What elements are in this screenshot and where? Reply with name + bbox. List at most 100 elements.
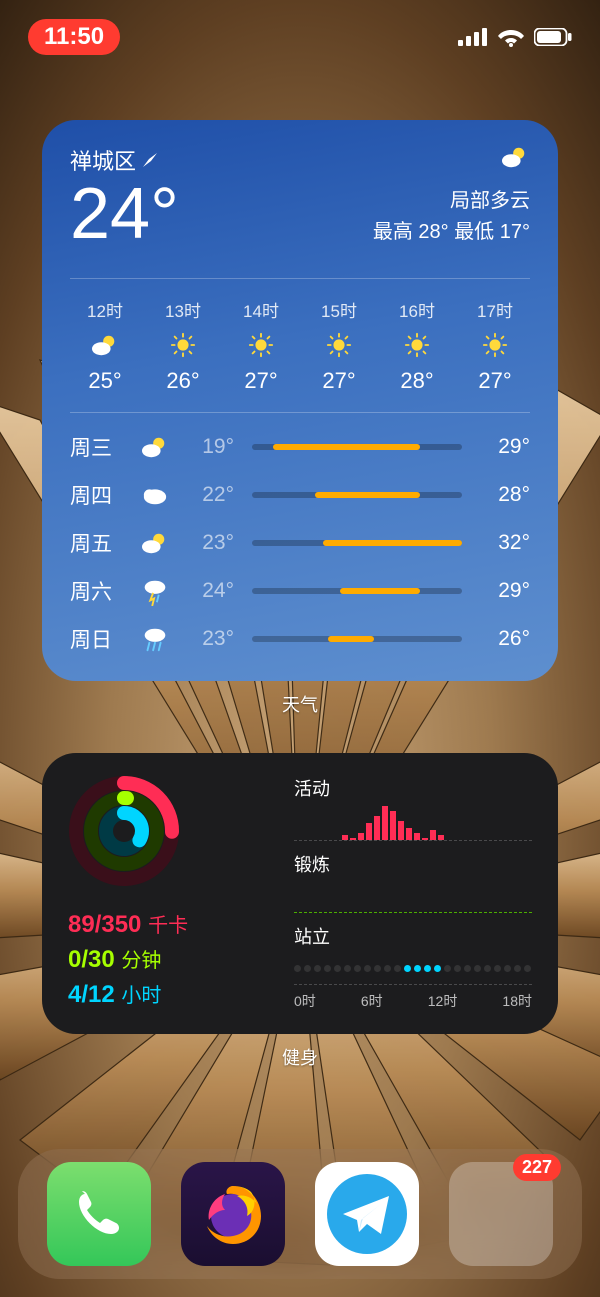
weather-daily: 周三 19° 29° 周四 22° 28° 周五 23° 32° 周六 24° … xyxy=(70,423,530,663)
day-icon xyxy=(130,434,180,460)
day-label: 周三 xyxy=(70,432,130,462)
move-bar xyxy=(398,821,404,840)
move-bar xyxy=(406,828,412,840)
move-bar xyxy=(422,838,428,840)
day-icon xyxy=(130,624,180,654)
app-folder[interactable]: 227 xyxy=(449,1162,553,1266)
move-bar xyxy=(430,830,436,840)
weather-widget[interactable]: 禅城区 24° 局部多云 最高 28° 最低 17° 12时 25° 13时 2… xyxy=(42,120,558,681)
day-row: 周四 22° 28° xyxy=(70,471,530,519)
day-label: 周日 xyxy=(70,624,130,654)
stand-dot xyxy=(524,965,531,972)
hour-icon xyxy=(226,332,296,358)
battery-icon xyxy=(534,28,572,46)
stand-dot xyxy=(494,965,501,972)
stand-dot xyxy=(434,965,441,972)
fitness-stand-chart xyxy=(294,953,532,985)
day-low: 22° xyxy=(180,483,234,507)
day-range-bar xyxy=(252,588,462,594)
stand-dot xyxy=(404,965,411,972)
stand-dot xyxy=(454,965,461,972)
day-low: 23° xyxy=(180,627,234,651)
day-label: 周六 xyxy=(70,576,130,606)
weather-hilo: 最高 28° 最低 17° xyxy=(373,215,530,244)
weather-widget-label: 天气 xyxy=(0,691,600,717)
location-arrow-icon xyxy=(142,152,158,168)
stand-dot xyxy=(464,965,471,972)
stand-dot xyxy=(484,965,491,972)
day-low: 19° xyxy=(180,435,234,459)
hour-col: 12时 25° xyxy=(70,297,140,394)
day-low: 24° xyxy=(180,579,234,603)
telegram-icon xyxy=(315,1162,419,1266)
day-row: 周六 24° 29° xyxy=(70,567,530,615)
app-phone[interactable] xyxy=(47,1162,151,1266)
day-high: 26° xyxy=(480,627,530,651)
stand-dot xyxy=(424,965,431,972)
stand-dot xyxy=(444,965,451,972)
day-icon xyxy=(130,482,180,508)
fitness-stand: 4/12 小时 xyxy=(68,978,268,1013)
move-bar xyxy=(342,835,348,840)
day-low: 23° xyxy=(180,531,234,555)
activity-rings-icon xyxy=(68,775,180,887)
hour-icon xyxy=(382,332,452,358)
stand-dot xyxy=(504,965,511,972)
fitness-widget-label: 健身 xyxy=(0,1044,600,1070)
hour-col: 13时 26° xyxy=(148,297,218,394)
day-label: 周四 xyxy=(70,480,130,510)
move-bar xyxy=(414,833,420,840)
hour-label: 14时 xyxy=(226,297,296,322)
fitness-exercise: 0/30 分钟 xyxy=(68,943,268,978)
app-telegram[interactable] xyxy=(315,1162,419,1266)
weather-hourly: 12时 25° 13时 26° 14时 27° 15时 27° 16时 28° … xyxy=(70,278,530,413)
day-high: 32° xyxy=(480,531,530,555)
stand-dot xyxy=(474,965,481,972)
stand-dot xyxy=(314,965,321,972)
stand-dot xyxy=(354,965,361,972)
fitness-move-label: 活动 xyxy=(294,775,532,801)
fitness-exercise-label: 锻炼 xyxy=(294,851,532,877)
day-icon xyxy=(130,576,180,606)
day-range-bar xyxy=(252,444,462,450)
fitness-stand-label: 站立 xyxy=(294,923,532,949)
hour-label: 13时 xyxy=(148,297,218,322)
hour-label: 16时 xyxy=(382,297,452,322)
stand-dot xyxy=(294,965,301,972)
hour-col: 17时 27° xyxy=(460,297,530,394)
move-bar xyxy=(438,835,444,840)
stand-dot xyxy=(364,965,371,972)
stand-dot xyxy=(414,965,421,972)
fitness-exercise-chart xyxy=(294,881,532,913)
stand-dot xyxy=(324,965,331,972)
hour-col: 16时 28° xyxy=(382,297,452,394)
hour-icon xyxy=(70,332,140,358)
day-row: 周三 19° 29° xyxy=(70,423,530,471)
day-high: 29° xyxy=(480,579,530,603)
hour-label: 15时 xyxy=(304,297,374,322)
hour-label: 17时 xyxy=(460,297,530,322)
weather-condition-icon xyxy=(500,144,530,176)
app-firefox[interactable] xyxy=(181,1162,285,1266)
fitness-axis: 0时6时12时18时 xyxy=(294,991,532,1011)
day-range-bar xyxy=(252,540,462,546)
day-range-bar xyxy=(252,636,462,642)
stand-dot xyxy=(514,965,521,972)
hour-label: 12时 xyxy=(70,297,140,322)
stand-dot xyxy=(344,965,351,972)
fitness-widget[interactable]: 89/350 千卡 0/30 分钟 4/12 小时 活动 锻炼 站立 0时6时1… xyxy=(42,753,558,1034)
hour-col: 14时 27° xyxy=(226,297,296,394)
stand-dot xyxy=(394,965,401,972)
phone-icon xyxy=(71,1186,127,1242)
weather-condition: 局部多云 xyxy=(373,184,530,213)
fitness-move-chart xyxy=(294,805,532,841)
hour-icon xyxy=(460,332,530,358)
status-time[interactable]: 11:50 xyxy=(28,19,120,55)
stand-dot xyxy=(384,965,391,972)
hour-temp: 28° xyxy=(382,368,452,394)
hour-temp: 27° xyxy=(226,368,296,394)
stand-dot xyxy=(374,965,381,972)
cellular-icon xyxy=(458,28,488,46)
day-row: 周日 23° 26° xyxy=(70,615,530,663)
stand-dot xyxy=(304,965,311,972)
